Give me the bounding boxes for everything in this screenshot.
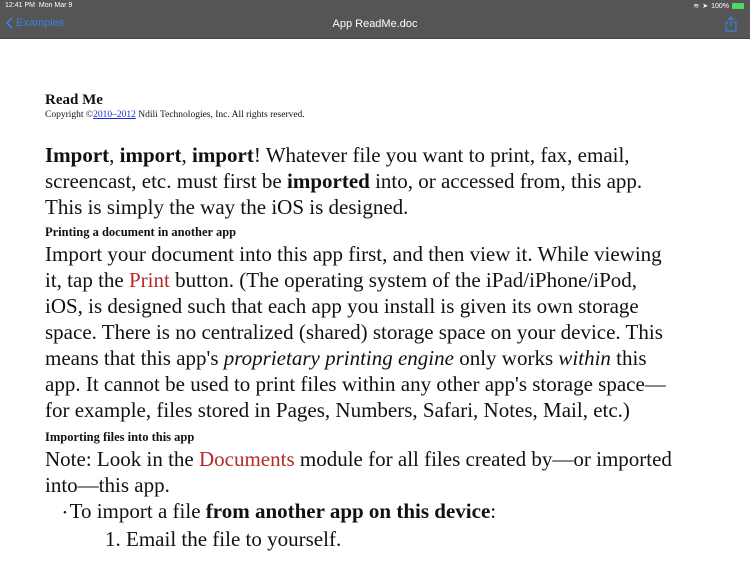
text-run: module for all files created by—or impor… [294,447,672,471]
text-run: ! Whatever file you want to print, fax, … [253,143,630,167]
text-run: 1. Email the file to yourself. [105,527,342,552]
text-run: import [192,143,254,167]
text-line: into—this app. [45,472,725,498]
text-run: Import [45,143,110,167]
location-icon: ➤ [702,3,709,10]
document-title: Read Me [45,92,103,108]
text-run: only works [453,346,559,370]
wifi-icon: ≋ [693,3,700,10]
paragraph: • To import a file from another app on t… [45,498,725,526]
page-title: App ReadMe.doc [332,18,418,30]
text-line: screencast, etc. must first be imported … [45,168,725,194]
text-run: from another app on this device [205,499,491,523]
status-time: 12:41 PM [5,2,35,9]
battery-icon [732,3,744,9]
link-print[interactable]: Print [129,268,170,292]
text-line: • To import a file from another app on t… [45,498,725,526]
text-run: within [558,346,611,370]
text-line: Import, import, import! Whatever file yo… [45,142,725,168]
text-run: means that this app's [45,346,224,370]
section-heading: Importing files into this app [45,430,195,444]
text-run: imported [287,169,370,193]
text-run: app. It cannot be used to print files wi… [45,372,666,396]
copyright-suffix: Ndili Technologies, Inc. All rights rese… [135,110,305,120]
text-run: Note: Look in the [45,447,199,471]
paragraph: Note: Look in the Documents module for a… [45,446,725,498]
battery-percent: 100% [711,2,729,10]
status-time-date: 12:41 PM Mon Mar 9 [5,2,72,9]
paragraph: 1. Email the file to yourself. [45,526,725,552]
text-run: , [109,143,120,167]
link-documents[interactable]: Documents [199,447,295,471]
text-run: proprietary printing engine [223,346,454,370]
text-run: To import a file [69,499,206,523]
text-run: This is simply the way the iOS is design… [45,195,409,219]
text-run: into, or accessed from, this app. [369,169,643,193]
text-run: screencast, etc. must first be [45,169,287,193]
text-line: This is simply the way the iOS is design… [45,194,725,220]
section-heading: Printing a document in another app [45,225,237,239]
text-run: into—this app. [45,473,170,497]
text-run: , [181,143,192,167]
paragraph: Import, import, import! Whatever file yo… [45,142,725,220]
paragraph: Import your document into this app first… [45,241,725,423]
text-line: Import your document into this app first… [45,241,725,267]
text-line: iOS, is designed such that each app you … [45,293,725,319]
text-run: for example, files stored in Pages, Numb… [45,398,630,422]
text-line: for example, files stored in Pages, Numb… [45,397,725,423]
text-line: it, tap the Print button. (The operating… [45,267,725,293]
text-run: it, tap the [45,268,129,292]
status-indicators: ≋ ➤ 100% [693,2,744,10]
bullet-icon: • [63,507,70,520]
copyright-line: Copyright ©2010–2012 Ndili Technologies,… [45,109,725,121]
text-line: Note: Look in the Documents module for a… [45,446,725,472]
copyright-year-link[interactable]: 2010–2012 [93,110,136,120]
status-date: Mon Mar 9 [38,2,73,9]
text-run: button. (The operating system of the iPa… [169,268,638,292]
text-line: space. There is no centralized (shared) … [45,319,725,345]
document-content: Read Me Copyright ©2010–2012 Ndili Techn… [45,91,725,552]
text-line: means that this app's proprietary printi… [45,345,725,371]
copyright-prefix: Copyright © [45,110,94,120]
text-run: this [610,346,647,370]
text-run: import [119,143,182,167]
text-line: app. It cannot be used to print files wi… [45,371,725,397]
text-line: 1. Email the file to yourself. [45,526,725,552]
top-bar: 12:41 PM Mon Mar 9 ≋ ➤ 100% Examples App… [0,0,750,39]
text-run: : [490,499,497,523]
text-run: iOS, is designed such that each app you … [45,294,639,318]
text-run: space. There is no centralized (shared) … [45,320,663,344]
text-run: Import your document into this app first… [45,242,662,266]
share-icon[interactable] [724,16,738,32]
